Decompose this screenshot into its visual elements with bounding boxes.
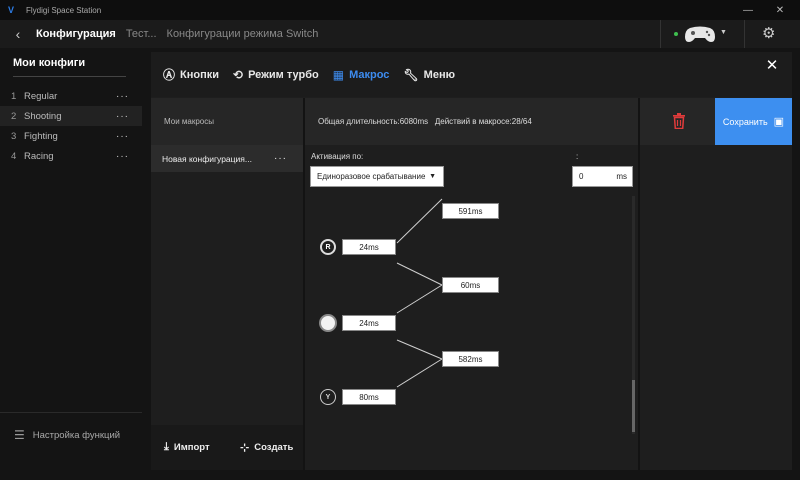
sliders-icon: ☰: [14, 428, 25, 442]
tab-bar: Ⓐ Кнопки ⟲ Режим турбо ▦ Макрос 🔧︎ Меню: [151, 52, 792, 97]
gamepad-icon[interactable]: [684, 25, 716, 43]
close-window-icon[interactable]: ✕: [768, 0, 792, 20]
macro-item-label: Новая конфигурация...: [162, 153, 252, 164]
tab-label: Кнопки: [180, 68, 220, 81]
macro-list-item[interactable]: Новая конфигурация... ···: [151, 145, 303, 172]
macro-stats: Общая длительность:6080ms Действий в мак…: [318, 117, 532, 126]
r-button-icon: R: [320, 239, 336, 255]
tab-label: Меню: [423, 68, 455, 81]
breadcrumb-test[interactable]: Тест...: [126, 28, 157, 40]
import-label: Импорт: [173, 442, 210, 453]
gap-duration: 591ms: [458, 206, 483, 216]
back-icon[interactable]: ‹: [0, 26, 36, 42]
sidebar-item-label: Regular: [24, 90, 58, 102]
button-letter: Y: [325, 393, 331, 401]
floppy-disk-icon: ▣: [773, 116, 785, 128]
actions-count: Действий в макросе:28/64: [434, 117, 532, 126]
app-title: Flydigi Space Station: [26, 5, 102, 15]
more-icon[interactable]: ···: [274, 153, 287, 164]
close-icon[interactable]: ✕: [762, 56, 782, 76]
breadcrumb-config[interactable]: Конфигурация: [36, 28, 116, 40]
y-button-icon: Y: [320, 389, 336, 405]
sidebar-item-fighting[interactable]: 3 Fighting ···: [0, 126, 142, 146]
sidebar-item-shooting[interactable]: 2 Shooting ···: [0, 106, 142, 126]
timeline-connectors: [396, 198, 443, 388]
item-number: 1: [11, 90, 17, 102]
total-duration: Общая длительность:6080ms: [318, 117, 429, 126]
import-icon: ⤓: [164, 441, 169, 453]
turbo-icon: ⟲: [233, 67, 244, 82]
press-duration: 80ms: [359, 392, 379, 402]
nav-bar: ‹ Конфигурация Тест... Конфигурации режи…: [0, 20, 800, 48]
tab-macro[interactable]: ▦ Макрос: [333, 68, 390, 82]
chevron-down-icon[interactable]: ▼: [720, 29, 727, 36]
item-number: 2: [11, 110, 17, 122]
more-icon[interactable]: ···: [116, 111, 129, 122]
function-settings-label: Настройка функций: [32, 429, 121, 441]
gear-icon[interactable]: ⚙: [762, 24, 775, 42]
function-settings-button[interactable]: ☰ Настройка функций: [14, 428, 120, 442]
sidebar-item-label: Racing: [24, 150, 54, 162]
divider: [0, 412, 142, 413]
sidebar-title: Мои конфиги: [13, 57, 86, 69]
press-duration: 24ms: [359, 318, 379, 328]
my-macros-heading: Мои макросы: [164, 117, 214, 126]
macro-list: [151, 145, 303, 425]
sidebar-item-label: Fighting: [24, 130, 58, 142]
more-icon[interactable]: ···: [116, 151, 129, 162]
flydigi-logo-icon: V: [8, 5, 15, 15]
a-button-icon: Ⓐ: [163, 68, 176, 82]
item-number: 4: [11, 150, 17, 162]
gap-duration-box[interactable]: 582ms: [442, 351, 499, 367]
save-button[interactable]: Сохранить ▣: [715, 98, 792, 145]
breadcrumb-switch[interactable]: Конфигурации режима Switch: [167, 28, 319, 40]
gap-duration: 60ms: [460, 280, 481, 290]
save-label: Сохранить: [722, 116, 768, 127]
create-button[interactable]: ⊹ Создать: [240, 425, 293, 470]
sidebar-item-regular[interactable]: 1 Regular ···: [0, 86, 142, 106]
divider: [744, 20, 745, 48]
tab-menu[interactable]: 🔧︎ Меню: [403, 68, 455, 82]
macro-icon: ▦: [332, 67, 345, 82]
column-divider: [638, 98, 640, 470]
gap-duration-box[interactable]: 591ms: [442, 203, 499, 219]
home-button-icon: [319, 314, 337, 332]
connected-dot-icon: [674, 32, 678, 36]
minimize-icon[interactable]: —: [736, 0, 760, 20]
create-icon: ⊹: [240, 442, 250, 454]
more-icon[interactable]: ···: [116, 91, 129, 102]
sidebar-item-racing[interactable]: 4 Racing ···: [0, 146, 142, 166]
press-duration-box[interactable]: 24ms: [342, 315, 396, 331]
tab-turbo[interactable]: ⟲ Режим турбо: [233, 68, 319, 82]
wrench-icon: 🔧︎: [403, 67, 419, 82]
import-button[interactable]: ⤓ Импорт: [164, 425, 210, 470]
more-icon[interactable]: ···: [116, 131, 129, 142]
divider: [660, 20, 661, 48]
import-create-bar: ⤓ Импорт ⊹ Создать: [151, 425, 303, 470]
press-duration-box[interactable]: 80ms: [342, 389, 396, 405]
press-duration-box[interactable]: 24ms: [342, 239, 396, 255]
gap-duration-box[interactable]: 60ms: [442, 277, 499, 293]
tab-label: Макрос: [349, 68, 390, 81]
tab-label: Режим турбо: [248, 68, 319, 81]
button-letter: R: [325, 243, 331, 251]
item-number: 3: [11, 130, 17, 142]
trash-icon[interactable]: [672, 113, 686, 129]
gap-duration: 582ms: [458, 354, 483, 364]
title-bar: V Flydigi Space Station — ✕: [0, 0, 800, 20]
divider: [13, 76, 126, 77]
press-duration: 24ms: [359, 242, 379, 252]
create-label: Создать: [254, 442, 294, 453]
scrollbar-thumb[interactable]: [632, 380, 635, 432]
tab-buttons[interactable]: Ⓐ Кнопки: [163, 66, 219, 83]
sidebar-item-label: Shooting: [24, 110, 62, 122]
